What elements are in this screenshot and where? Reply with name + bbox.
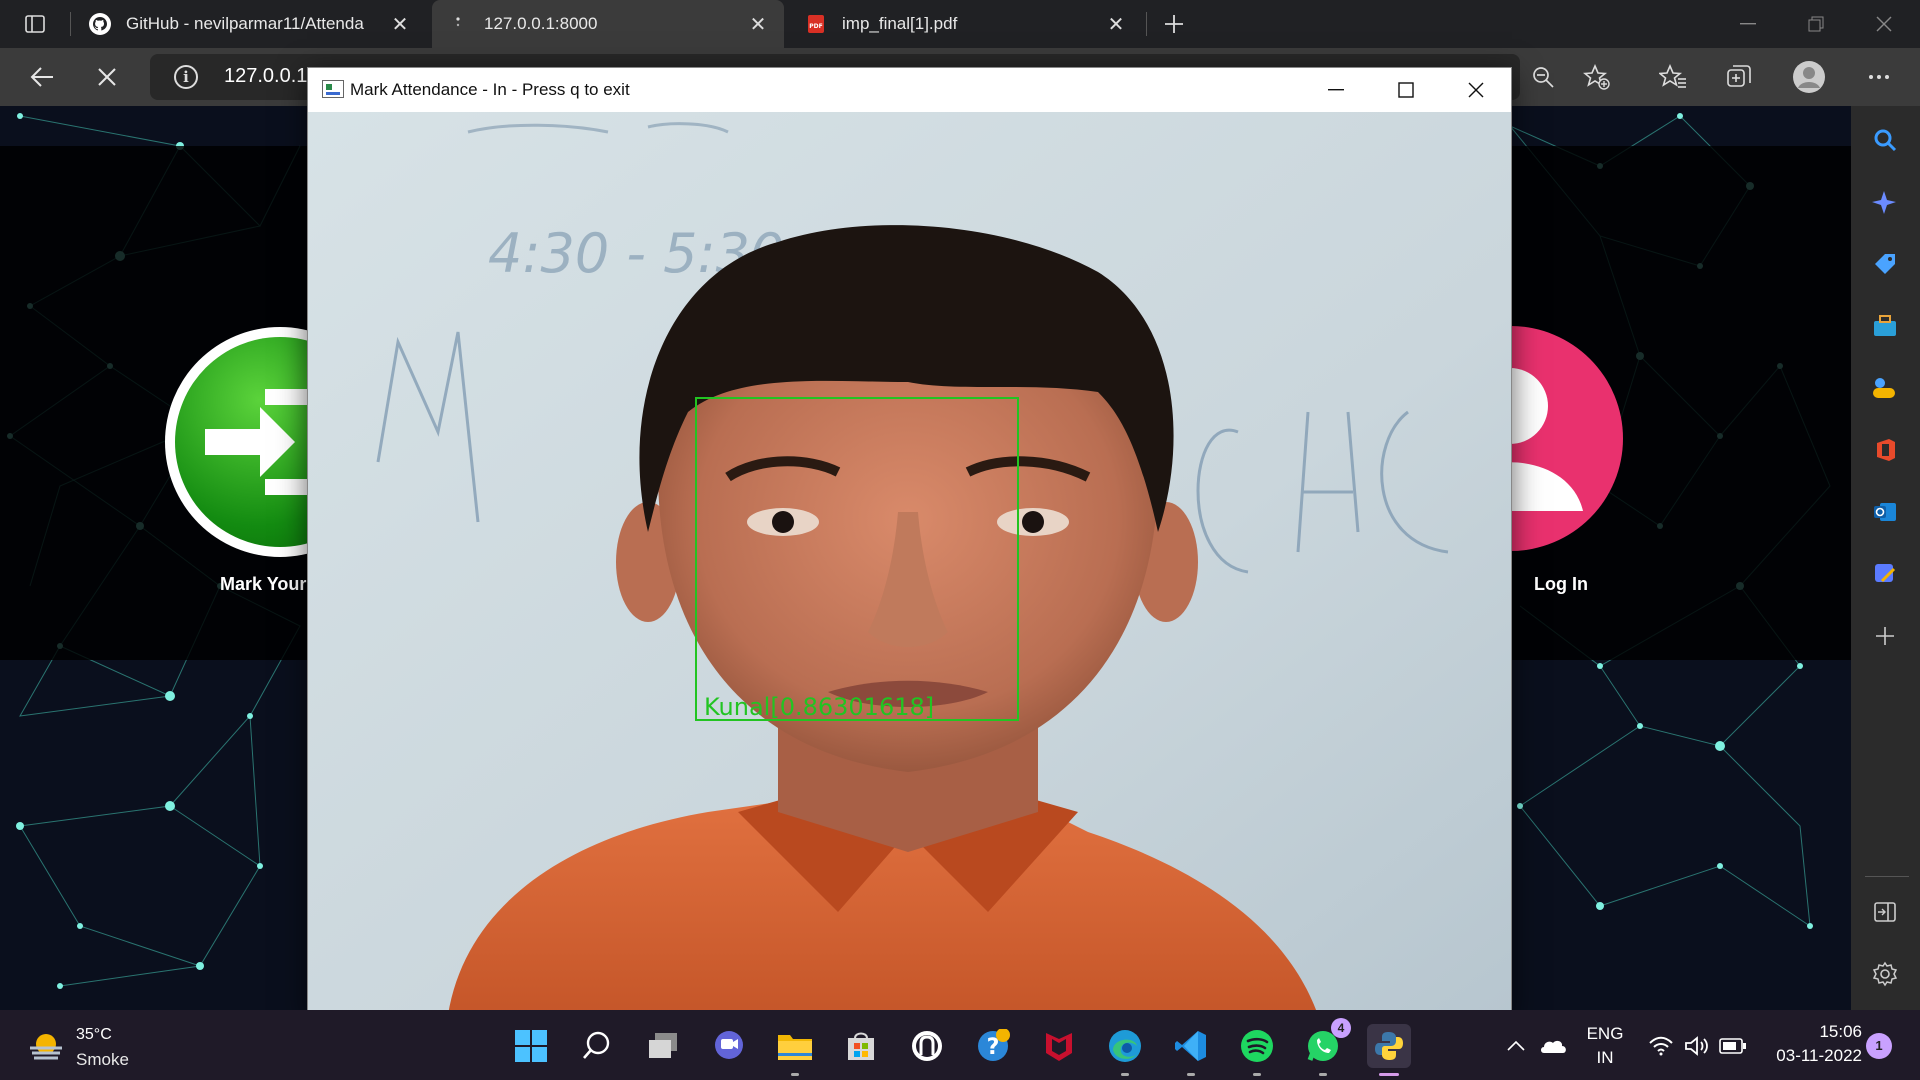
mark-attendance-label: Mark Your <box>220 574 307 594</box>
office-icon[interactable] <box>1869 434 1901 466</box>
opencv-titlebar[interactable]: Mark Attendance - In - Press q to exit <box>308 68 1511 112</box>
shopping-tag-icon[interactable] <box>1869 248 1901 280</box>
tab-title: 127.0.0.1:8000 <box>484 14 598 33</box>
close-browser-button[interactable] <box>1850 0 1918 48</box>
mcafee-icon[interactable] <box>1037 1024 1081 1068</box>
pdf-icon: PDF <box>804 12 828 36</box>
close-tab-icon[interactable]: ✕ <box>388 12 412 36</box>
github-icon <box>88 12 112 36</box>
loading-icon <box>446 12 470 36</box>
opencv-window-title: Mark Attendance - In - Press q to exit <box>350 80 630 99</box>
desktop: GitHub - nevilparmar11/Attenda ✕ 127.0.0… <box>0 0 1920 1080</box>
clock[interactable]: 15:06 03-11-2022 <box>1762 1022 1862 1066</box>
python-icon[interactable] <box>1367 1024 1411 1076</box>
tab-github[interactable]: GitHub - nevilparmar11/Attenda ✕ <box>74 0 426 48</box>
task-view-icon[interactable] <box>641 1024 685 1068</box>
tab-localhost[interactable]: 127.0.0.1:8000 ✕ <box>432 0 784 48</box>
discover-icon[interactable] <box>1869 186 1901 218</box>
svg-text:PDF: PDF <box>809 23 822 30</box>
stop-loading-button[interactable] <box>84 54 130 100</box>
back-button[interactable] <box>19 54 65 100</box>
browser-tab-strip: GitHub - nevilparmar11/Attenda ✕ 127.0.0… <box>0 0 1920 48</box>
minimize-browser-button[interactable] <box>1714 0 1782 48</box>
new-tab-button[interactable] <box>1151 1 1197 47</box>
whatsapp-icon[interactable]: 4 <box>1301 1018 1351 1076</box>
profile-avatar[interactable] <box>1786 54 1832 100</box>
start-icon[interactable] <box>509 1024 553 1068</box>
face-detection-label: Kunal[0.86301618] <box>704 693 934 721</box>
tab-pdf[interactable]: PDF imp_final[1].pdf ✕ <box>790 0 1142 48</box>
drop-icon[interactable] <box>1869 558 1901 590</box>
github-desktop-icon[interactable] <box>905 1024 949 1068</box>
search-icon[interactable] <box>1869 124 1901 156</box>
outlook-icon[interactable] <box>1869 496 1901 528</box>
clock-time: 15:06 <box>1819 1022 1862 1041</box>
address-url: 127.0.0.1: <box>224 65 313 87</box>
language-code: ENG <box>1586 1024 1624 1043</box>
help-icon[interactable]: ? <box>971 1024 1015 1068</box>
onedrive-icon[interactable] <box>1532 1024 1576 1068</box>
add-sidebar-app-icon[interactable] <box>1869 620 1901 652</box>
games-icon[interactable] <box>1869 372 1901 404</box>
tab-title: imp_final[1].pdf <box>842 14 958 33</box>
collections-icon[interactable] <box>1716 54 1762 100</box>
weather-description: Smoke <box>76 1050 129 1069</box>
whatsapp-badge: 4 <box>1331 1018 1351 1038</box>
weather-temperature: 35°C <box>76 1026 112 1043</box>
close-window-button[interactable] <box>1441 68 1511 112</box>
minimize-window-button[interactable] <box>1301 68 1371 112</box>
battery-icon[interactable] <box>1711 1024 1755 1068</box>
maximize-window-button[interactable] <box>1371 68 1441 112</box>
hide-sidebar-icon[interactable] <box>1869 896 1901 928</box>
tab-actions-icon[interactable] <box>12 1 58 47</box>
language-indicator[interactable]: ENG IN <box>1580 1024 1630 1068</box>
notification-badge[interactable]: 1 <box>1866 1033 1892 1059</box>
file-explorer-icon[interactable] <box>773 1024 817 1076</box>
tab-title: GitHub - nevilparmar11/Attenda <box>126 14 364 33</box>
webcam-frame: 4:30 - 5:30pm Kunal[0.86301618] <box>308 112 1511 1015</box>
login-label: Log In <box>1534 574 1588 594</box>
tools-icon[interactable] <box>1869 310 1901 342</box>
vscode-icon[interactable] <box>1169 1024 1213 1076</box>
zoom-out-icon[interactable] <box>1520 54 1566 100</box>
close-tab-icon[interactable]: ✕ <box>746 12 770 36</box>
teams-chat-icon[interactable] <box>707 1024 751 1068</box>
more-menu-icon[interactable] <box>1856 54 1902 100</box>
weather-haze-icon <box>30 1034 62 1060</box>
edge-sidebar <box>1851 106 1920 1010</box>
weather-widget[interactable]: 35°C Smoke <box>26 1026 226 1070</box>
opencv-window: Mark Attendance - In - Press q to exit 4… <box>307 67 1512 1015</box>
clock-date: 03-11-2022 <box>1776 1046 1862 1065</box>
microsoft-store-icon[interactable] <box>839 1024 883 1068</box>
restore-browser-button[interactable] <box>1782 0 1850 48</box>
opencv-window-icon <box>322 80 344 98</box>
site-info-icon[interactable]: i <box>174 65 198 89</box>
settings-gear-icon[interactable] <box>1869 958 1901 990</box>
favorites-icon[interactable] <box>1650 54 1696 100</box>
language-region: IN <box>1596 1048 1614 1067</box>
spotify-icon[interactable] <box>1235 1024 1279 1076</box>
edge-icon[interactable] <box>1103 1024 1147 1076</box>
search-icon[interactable] <box>575 1024 619 1068</box>
taskbar: 35°C Smoke ? 4 ENG IN 15:06 03-11-2022 1 <box>0 1010 1920 1080</box>
close-tab-icon[interactable]: ✕ <box>1104 12 1128 36</box>
add-favorite-icon[interactable] <box>1574 54 1620 100</box>
webcam-image: 4:30 - 5:30pm Kunal[0.86301618] <box>308 112 1511 1015</box>
